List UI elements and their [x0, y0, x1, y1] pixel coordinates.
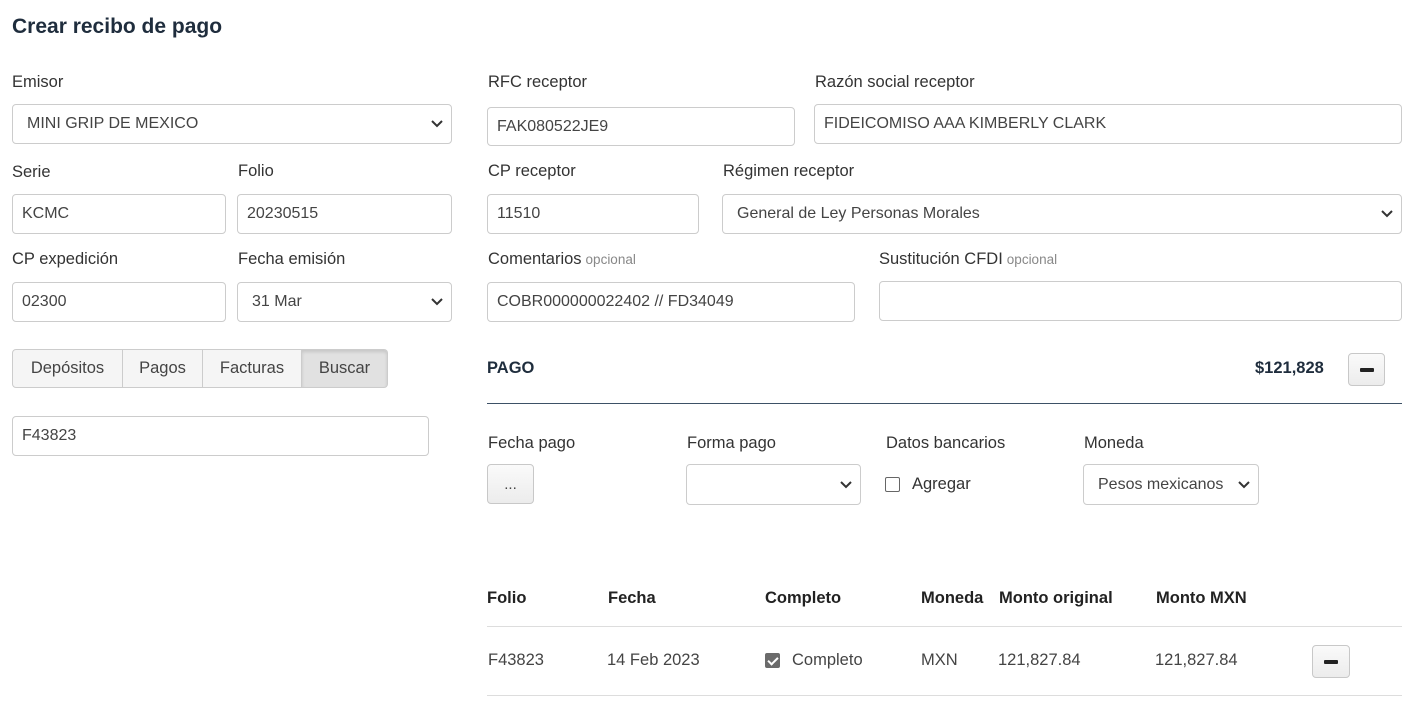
- pago-total: $121,828: [1255, 359, 1324, 377]
- tab-facturas[interactable]: Facturas: [203, 349, 302, 388]
- agregar-checkbox[interactable]: [885, 477, 900, 492]
- emisor-label: Emisor: [12, 73, 64, 91]
- collapse-pago-button[interactable]: [1348, 353, 1385, 386]
- chevron-down-icon: [431, 120, 443, 128]
- completo-checkbox[interactable]: [765, 653, 780, 668]
- regimen-receptor-label: Régimen receptor: [723, 162, 855, 180]
- row-fecha: 14 Feb 2023: [607, 651, 700, 669]
- tab-depositos[interactable]: Depósitos: [12, 349, 123, 388]
- regimen-receptor-select[interactable]: General de Ley Personas Morales: [722, 194, 1402, 234]
- col-header-monto-mxn: Monto MXN: [1156, 589, 1247, 607]
- chevron-down-icon: [431, 298, 443, 306]
- razon-social-label: Razón social receptor: [815, 73, 975, 91]
- chevron-down-icon: [840, 480, 852, 488]
- regimen-receptor-value: General de Ley Personas Morales: [737, 205, 980, 222]
- forma-pago-label: Forma pago: [687, 434, 776, 452]
- rfc-receptor-label: RFC receptor: [488, 73, 588, 91]
- col-header-monto-original: Monto original: [999, 589, 1113, 607]
- page-title: Crear recibo de pago: [12, 15, 223, 38]
- cp-receptor-input[interactable]: [487, 194, 699, 234]
- optional-tag: opcional: [1006, 252, 1058, 267]
- fecha-emision-label: Fecha emisión: [238, 250, 346, 268]
- col-header-completo: Completo: [765, 589, 842, 607]
- tab-buscar[interactable]: Buscar: [302, 349, 388, 388]
- moneda-value: Pesos mexicanos: [1098, 475, 1224, 493]
- col-header-fecha: Fecha: [608, 589, 656, 607]
- minus-icon: [1359, 367, 1374, 372]
- row-monto-mxn: 121,827.84: [1155, 651, 1238, 669]
- row-folio: F43823: [488, 651, 544, 669]
- folio-input[interactable]: [237, 194, 452, 234]
- minus-icon: [1324, 659, 1338, 664]
- datos-bancarios-label: Datos bancarios: [886, 434, 1006, 452]
- pago-title: PAGO: [487, 359, 535, 377]
- folio-label: Folio: [238, 162, 274, 180]
- table-row-divider: [487, 695, 1402, 696]
- forma-pago-select[interactable]: [686, 464, 861, 505]
- rfc-receptor-input[interactable]: [487, 107, 795, 146]
- moneda-label: Moneda: [1084, 434, 1144, 452]
- sustitucion-label-text: Sustitución CFDI: [879, 250, 1003, 268]
- completo-label: Completo: [792, 651, 863, 669]
- source-tabs: Depósitos Pagos Facturas Buscar: [12, 349, 388, 388]
- serie-label: Serie: [12, 163, 51, 181]
- row-completo: Completo: [765, 651, 863, 670]
- razon-social-input[interactable]: [814, 104, 1402, 144]
- agregar-toggle: Agregar: [885, 475, 971, 494]
- comentarios-label-text: Comentarios: [488, 250, 582, 268]
- sustitucion-label: Sustitución CFDI opcional: [879, 250, 1057, 269]
- emisor-select[interactable]: MINI GRIP DE MEXICO: [12, 104, 452, 144]
- fecha-pago-label: Fecha pago: [488, 434, 576, 452]
- row-monto-original: 121,827.84: [998, 651, 1081, 669]
- sustitucion-input[interactable]: [879, 281, 1402, 321]
- cp-receptor-label: CP receptor: [488, 162, 576, 180]
- emisor-value: MINI GRIP DE MEXICO: [27, 115, 199, 132]
- cp-expedicion-input[interactable]: [12, 282, 226, 322]
- table-row: F43823 14 Feb 2023 Completo MXN 121,827.…: [487, 627, 1402, 695]
- remove-row-button[interactable]: [1312, 645, 1350, 678]
- optional-tag: opcional: [585, 252, 636, 267]
- col-header-folio: Folio: [487, 589, 527, 607]
- chevron-down-icon: [1238, 480, 1250, 488]
- serie-input[interactable]: [12, 194, 226, 234]
- chevron-down-icon: [1381, 210, 1393, 218]
- row-moneda: MXN: [921, 651, 958, 669]
- fecha-emision-select[interactable]: 31 Mar: [237, 282, 452, 322]
- fecha-emision-value: 31 Mar: [252, 293, 302, 310]
- comentarios-input[interactable]: [487, 282, 855, 322]
- col-header-moneda: Moneda: [921, 589, 984, 607]
- comentarios-label: Comentarios opcional: [488, 250, 636, 269]
- tab-pagos[interactable]: Pagos: [123, 349, 203, 388]
- search-input[interactable]: [12, 416, 429, 456]
- moneda-select[interactable]: Pesos mexicanos: [1083, 464, 1259, 505]
- cp-expedicion-label: CP expedición: [12, 250, 119, 268]
- fecha-pago-button[interactable]: ...: [487, 464, 534, 504]
- agregar-label: Agregar: [912, 475, 971, 493]
- pago-divider: [487, 403, 1402, 404]
